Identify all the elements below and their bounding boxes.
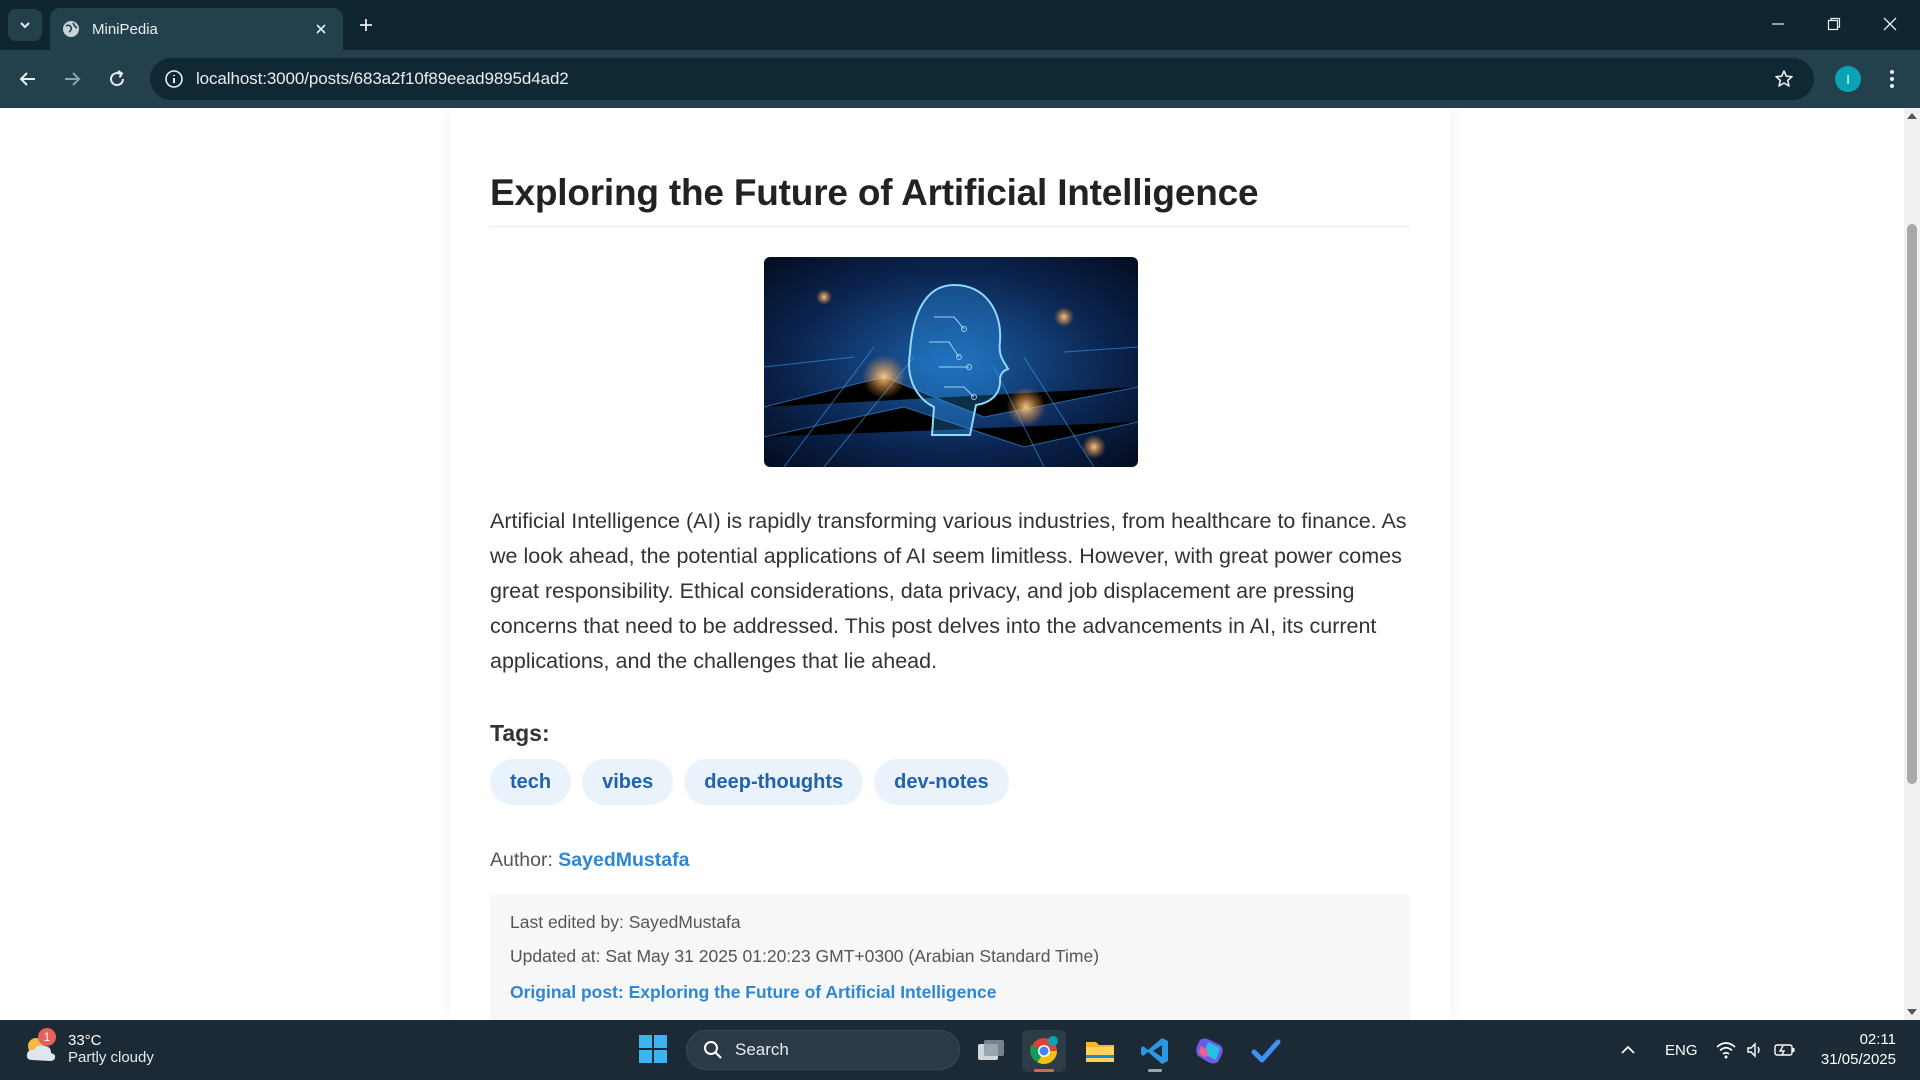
tag-chip[interactable]: deep-thoughts: [684, 759, 864, 805]
checkmark-icon: [1251, 1039, 1281, 1063]
weather-temperature: 33°C: [68, 1032, 102, 1049]
system-tray-status[interactable]: [1716, 1020, 1796, 1080]
minimize-button[interactable]: [1750, 0, 1806, 48]
volume-icon: [1747, 1042, 1760, 1058]
file-explorer-taskbar-app[interactable]: [1078, 1030, 1122, 1072]
weather-description: Partly cloudy: [68, 1049, 154, 1066]
arrow-left-icon: [19, 72, 35, 86]
chevron-down-icon: [20, 22, 30, 29]
original-post-link[interactable]: Original post: Exploring the Future of A…: [510, 982, 1390, 1003]
tab-search-button[interactable]: [8, 9, 42, 41]
scroll-up-arrow-icon[interactable]: [1904, 108, 1920, 124]
battery-icon: [1774, 1044, 1795, 1056]
todo-taskbar-app[interactable]: [1244, 1030, 1288, 1072]
tag-chip[interactable]: vibes: [582, 759, 674, 805]
language-indicator[interactable]: ENG: [1665, 1020, 1698, 1080]
site-info-icon[interactable]: [162, 67, 186, 91]
restore-button[interactable]: [1806, 0, 1862, 48]
post-title: Exploring the Future of Artificial Intel…: [490, 172, 1410, 227]
folder-icon: [1086, 1042, 1114, 1062]
back-button[interactable]: [12, 63, 44, 95]
task-view-icon: [978, 1040, 1004, 1060]
revision-info-box: Last edited by: SayedMustafa Updated at:…: [490, 894, 1410, 1020]
clock-date: 31/05/2025: [1820, 1051, 1896, 1068]
post-body: Artificial Intelligence (AI) is rapidly …: [490, 509, 1407, 673]
tags-heading: Tags:: [490, 720, 550, 746]
microsoft-365-icon: [1196, 1038, 1223, 1064]
page-scrollbar[interactable]: [1904, 108, 1920, 1020]
windows-logo-icon: [639, 1035, 667, 1063]
minimize-icon: [1772, 23, 1784, 25]
post-hero-image: [764, 257, 1138, 467]
weather-widget[interactable]: 1 33°C Partly cloudy: [22, 1028, 154, 1068]
taskbar-clock[interactable]: 02:11 31/05/2025: [1816, 1030, 1896, 1070]
partly-cloudy-icon: 1: [22, 1028, 62, 1068]
close-tab-icon[interactable]: [311, 19, 331, 39]
reload-button[interactable]: [101, 63, 133, 95]
close-window-button[interactable]: [1862, 0, 1918, 48]
m365-taskbar-app[interactable]: [1188, 1030, 1232, 1072]
task-view-button[interactable]: [969, 1030, 1013, 1072]
updated-at-text: Updated at: Sat May 31 2025 01:20:23 GMT…: [510, 946, 1100, 966]
weather-alert-badge: 1: [38, 1028, 56, 1046]
scroll-down-arrow-icon[interactable]: [1904, 1004, 1920, 1020]
bookmark-star-icon[interactable]: [1772, 67, 1796, 91]
address-bar[interactable]: localhost:3000/posts/683a2f10f89eead9895…: [150, 58, 1814, 100]
new-tab-button[interactable]: [352, 11, 380, 39]
browser-tab[interactable]: MiniPedia: [50, 8, 343, 50]
taskbar-search[interactable]: Search: [686, 1030, 960, 1070]
last-edited-text: Last edited by: SayedMustafa: [510, 912, 741, 932]
reload-icon: [110, 70, 125, 87]
search-placeholder: Search: [735, 1040, 789, 1059]
profile-avatar[interactable]: I: [1835, 66, 1861, 92]
browser-toolbar: localhost:3000/posts/683a2f10f89eead9895…: [0, 50, 1920, 108]
close-icon: [1883, 17, 1897, 31]
tab-title: MiniPedia: [92, 20, 158, 38]
search-icon: [703, 1040, 723, 1060]
restore-icon: [1827, 17, 1841, 31]
page-viewport: Exploring the Future of Artificial Intel…: [0, 108, 1904, 1020]
scroll-thumb[interactable]: [1907, 224, 1917, 784]
windows-taskbar: 1 33°C Partly cloudy Search ENG 02:11 31…: [0, 1020, 1920, 1080]
chevron-up-icon: [1621, 1045, 1635, 1054]
start-button[interactable]: [638, 1034, 670, 1066]
chrome-icon: [1030, 1036, 1058, 1064]
post-card: Exploring the Future of Artificial Intel…: [450, 108, 1451, 1020]
tag-chip[interactable]: dev-notes: [874, 759, 1009, 805]
globe-icon: [62, 20, 80, 38]
active-app-indicator: [1034, 1069, 1054, 1072]
vscode-taskbar-app[interactable]: [1133, 1030, 1177, 1072]
tag-list: tech vibes deep-thoughts dev-notes: [490, 759, 1009, 805]
clock-time: 02:11: [1859, 1031, 1896, 1048]
url-text: localhost:3000/posts/683a2f10f89eead9895…: [196, 69, 569, 88]
wifi-icon: [1716, 1042, 1736, 1059]
tab-strip: MiniPedia: [0, 0, 1920, 50]
vscode-icon: [1141, 1038, 1168, 1064]
author-link[interactable]: SayedMustafa: [558, 849, 689, 871]
show-hidden-icons-button[interactable]: [1620, 1020, 1636, 1080]
menu-icon[interactable]: [1880, 63, 1904, 95]
arrow-right-icon: [65, 72, 81, 86]
author-label: Author:: [490, 849, 553, 871]
chrome-taskbar-app[interactable]: [1022, 1030, 1066, 1072]
tag-chip[interactable]: tech: [490, 759, 572, 805]
plus-icon: [360, 19, 372, 31]
author-line: Author: SayedMustafa: [490, 849, 689, 872]
forward-button[interactable]: [56, 63, 88, 95]
open-app-indicator: [1148, 1069, 1162, 1072]
